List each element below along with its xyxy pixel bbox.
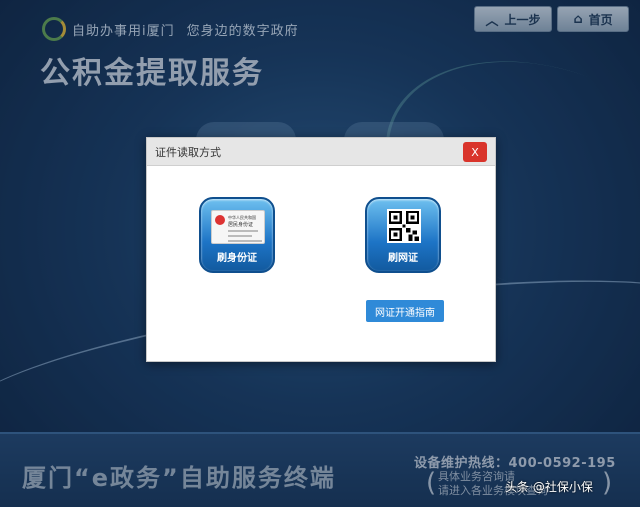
id-card-line bbox=[228, 235, 252, 237]
id-card-line bbox=[228, 230, 258, 232]
id-card-line bbox=[228, 240, 262, 242]
id-card-icon: 中华人民共和国 居民身份证 bbox=[211, 210, 265, 244]
close-icon: X bbox=[471, 145, 479, 159]
id-read-method-dialog: 证件读取方式 X 中华人民共和国 居民身份证 刷身份证 刷网证 网证开通指南 bbox=[146, 137, 496, 362]
close-button[interactable]: X bbox=[463, 142, 487, 162]
swipe-id-card-button[interactable]: 中华人民共和国 居民身份证 刷身份证 bbox=[199, 197, 275, 273]
net-id-guide-button[interactable]: 网证开通指南 bbox=[366, 300, 444, 322]
swipe-id-card-label: 刷身份证 bbox=[217, 253, 257, 264]
dialog-title: 证件读取方式 bbox=[155, 145, 221, 159]
id-card-line2: 居民身份证 bbox=[228, 222, 254, 228]
swipe-net-id-button[interactable]: 刷网证 bbox=[365, 197, 441, 273]
dialog-header: 证件读取方式 bbox=[147, 138, 495, 166]
qr-code-icon bbox=[387, 209, 421, 243]
national-emblem-icon bbox=[215, 215, 225, 225]
swipe-net-id-label: 刷网证 bbox=[388, 253, 418, 264]
watermark: 头条 @社保小保 bbox=[505, 480, 593, 494]
